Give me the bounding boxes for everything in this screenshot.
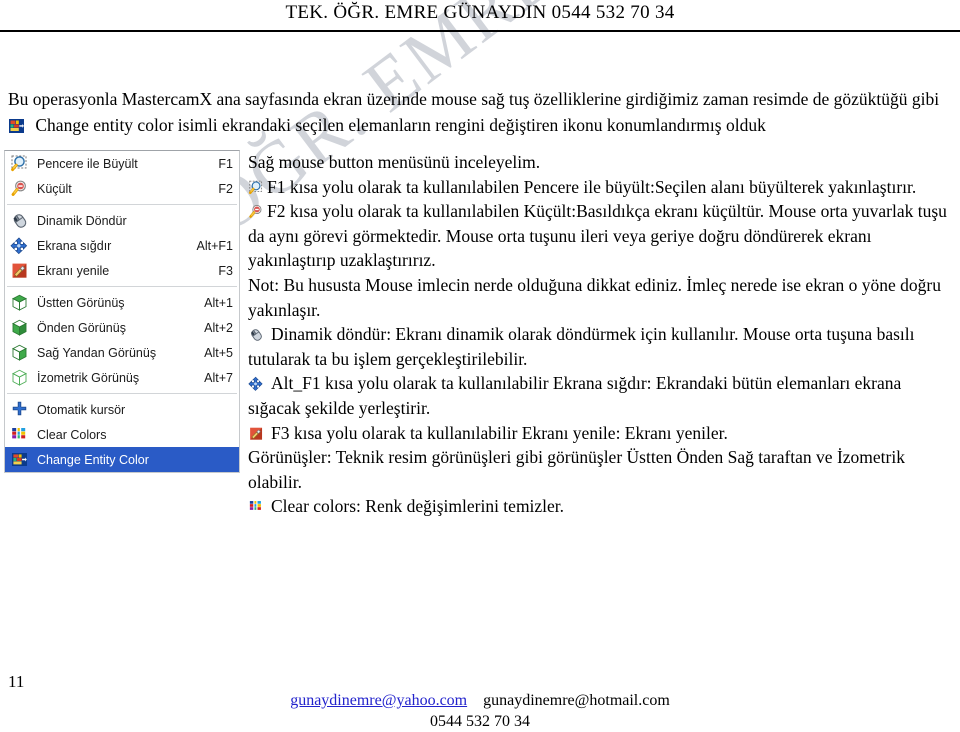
page-number: 11: [8, 672, 25, 691]
menu-label: Dinamik Döndür: [37, 213, 127, 228]
zoom-out-icon: [248, 202, 265, 219]
body-paragraph-1-wrap: F1 kısa yolu olarak ta kullanılabilen Pe…: [248, 175, 954, 200]
intro-line-2-wrap: Change entity color isimli ekrandaki seç…: [8, 113, 952, 138]
body-paragraph-1: F1 kısa yolu olarak ta kullanılabilen Pe…: [267, 176, 917, 197]
body-paragraph-5: Alt_F1 kısa yolu olarak ta kullanılabili…: [248, 373, 902, 418]
fit-to-screen-icon: [10, 236, 30, 255]
menu-label: Otomatik kursör: [37, 402, 126, 417]
body-paragraph-3: Not: Bu hususta Mouse imlecin nerde oldu…: [248, 274, 942, 320]
intro-line-2: Change entity color isimli ekrandaki seç…: [35, 115, 766, 135]
refresh-screen-icon: [248, 424, 265, 440]
right-view-cube-icon: [10, 344, 30, 362]
page-footer: gunaydinemre@yahoo.com gunaydinemre@hotma…: [0, 690, 960, 732]
refresh-screen-icon: [10, 262, 30, 280]
menu-shortcut: F1: [218, 156, 233, 171]
menu-item-fit-to-screen[interactable]: Ekrana sığdır Alt+F1: [5, 233, 239, 258]
body-paragraph-2-wrap: F2 kısa yolu olarak ta kullanılabilen Kü…: [248, 199, 954, 273]
email-hotmail-text: gunaydinemre@hotmail.com: [483, 692, 670, 709]
email-yahoo-link[interactable]: gunaydinemre@yahoo.com: [290, 692, 467, 709]
body-paragraph-2: F2 kısa yolu olarak ta kullanılabilen Kü…: [248, 201, 947, 271]
clear-colors-icon: [10, 426, 30, 444]
menu-label: Pencere ile Büyült: [37, 156, 138, 171]
menu-label: Sağ Yandan Görünüş: [37, 345, 157, 360]
change-entity-color-icon: [8, 116, 25, 133]
zoom-out-icon: [10, 180, 30, 198]
header-divider: [0, 30, 960, 32]
menu-item-auto-cursor[interactable]: Otomatik kursör: [5, 397, 239, 422]
body-paragraph-6: F3 kısa yolu olarak ta kullanılabilir Ek…: [271, 422, 728, 443]
menu-label: Ekrana sığdır: [37, 238, 112, 253]
menu-separator: [7, 204, 237, 205]
body-paragraph-6-wrap: F3 kısa yolu olarak ta kullanılabilir Ek…: [248, 421, 954, 446]
body-paragraph-4-wrap: Dinamik döndür: Ekranı dinamik olarak dö…: [248, 322, 954, 371]
intro-line-1: Bu operasyonla MastercamX ana sayfasında…: [8, 89, 940, 109]
menu-item-dynamic-rotate[interactable]: Dinamik Döndür: [5, 208, 239, 233]
menu-separator: [7, 393, 237, 394]
body-paragraph-0: Sağ mouse button menüsünü inceleyelim.: [248, 152, 541, 172]
top-view-cube-icon: [10, 294, 30, 312]
dynamic-rotate-mouse-icon: [10, 212, 30, 230]
dynamic-rotate-mouse-icon: [248, 325, 265, 341]
isometric-view-cube-icon: [10, 369, 30, 387]
menu-item-zoom-window[interactable]: Pencere ile Büyült F1: [5, 151, 239, 176]
zoom-window-icon: [10, 155, 30, 173]
fit-to-screen-icon: [248, 374, 265, 392]
menu-item-clear-colors[interactable]: Clear Colors: [5, 422, 239, 447]
page-header: TEK. ÖĞR. EMRE GÜNAYDIN 0544 532 70 34: [285, 2, 675, 23]
menu-separator: [7, 286, 237, 287]
auto-cursor-icon: [10, 401, 30, 419]
menu-shortcut: F3: [218, 263, 233, 278]
menu-label: İzometrik Görünüş: [37, 370, 140, 385]
body-text: Sağ mouse button menüsünü inceleyelim. F…: [248, 150, 954, 519]
menu-item-front-view[interactable]: Önden Görünüş Alt+2: [5, 315, 239, 340]
body-paragraph-7: Görünüşler: Teknik resim görünüşleri gib…: [248, 447, 905, 492]
body-paragraph-5-wrap: Alt_F1 kısa yolu olarak ta kullanılabili…: [248, 371, 954, 420]
menu-shortcut: Alt+2: [204, 320, 233, 335]
menu-shortcut: Alt+1: [204, 295, 233, 310]
clear-colors-icon: [248, 497, 265, 513]
body-paragraph-4: Dinamik döndür: Ekranı dinamik olarak dö…: [248, 324, 915, 369]
zoom-window-icon: [248, 178, 265, 194]
menu-item-zoom-out[interactable]: Küçült F2: [5, 176, 239, 201]
intro-paragraph: Bu operasyonla MastercamX ana sayfasında…: [8, 87, 952, 138]
menu-item-refresh-screen[interactable]: Ekranı yenile F3: [5, 258, 239, 283]
menu-label: Küçült: [37, 181, 72, 196]
menu-label: Clear Colors: [37, 427, 107, 442]
menu-label: Önden Görünüş: [37, 320, 126, 335]
right-click-context-menu[interactable]: Pencere ile Büyült F1 Küçült F2 Dinamik …: [4, 150, 240, 473]
menu-item-isometric-view[interactable]: İzometrik Görünüş Alt+7: [5, 365, 239, 390]
body-paragraph-8-wrap: Clear colors: Renk değişimlerini temizle…: [248, 494, 954, 519]
menu-item-right-view[interactable]: Sağ Yandan Görünüş Alt+5: [5, 340, 239, 365]
menu-shortcut: F2: [218, 181, 233, 196]
body-paragraph-8: Clear colors: Renk değişimlerini temizle…: [271, 496, 565, 517]
menu-item-top-view[interactable]: Üstten Görünüş Alt+1: [5, 290, 239, 315]
menu-shortcut: Alt+7: [204, 370, 233, 385]
menu-item-change-entity-color[interactable]: Change Entity Color: [5, 447, 239, 472]
menu-label: Üstten Görünüş: [37, 295, 125, 310]
menu-shortcut: Alt+5: [204, 345, 233, 360]
menu-shortcut: Alt+F1: [196, 238, 233, 253]
change-entity-color-icon: [10, 451, 30, 469]
front-view-cube-icon: [10, 319, 30, 337]
menu-label: Ekranı yenile: [37, 263, 110, 278]
menu-label: Change Entity Color: [37, 452, 149, 467]
